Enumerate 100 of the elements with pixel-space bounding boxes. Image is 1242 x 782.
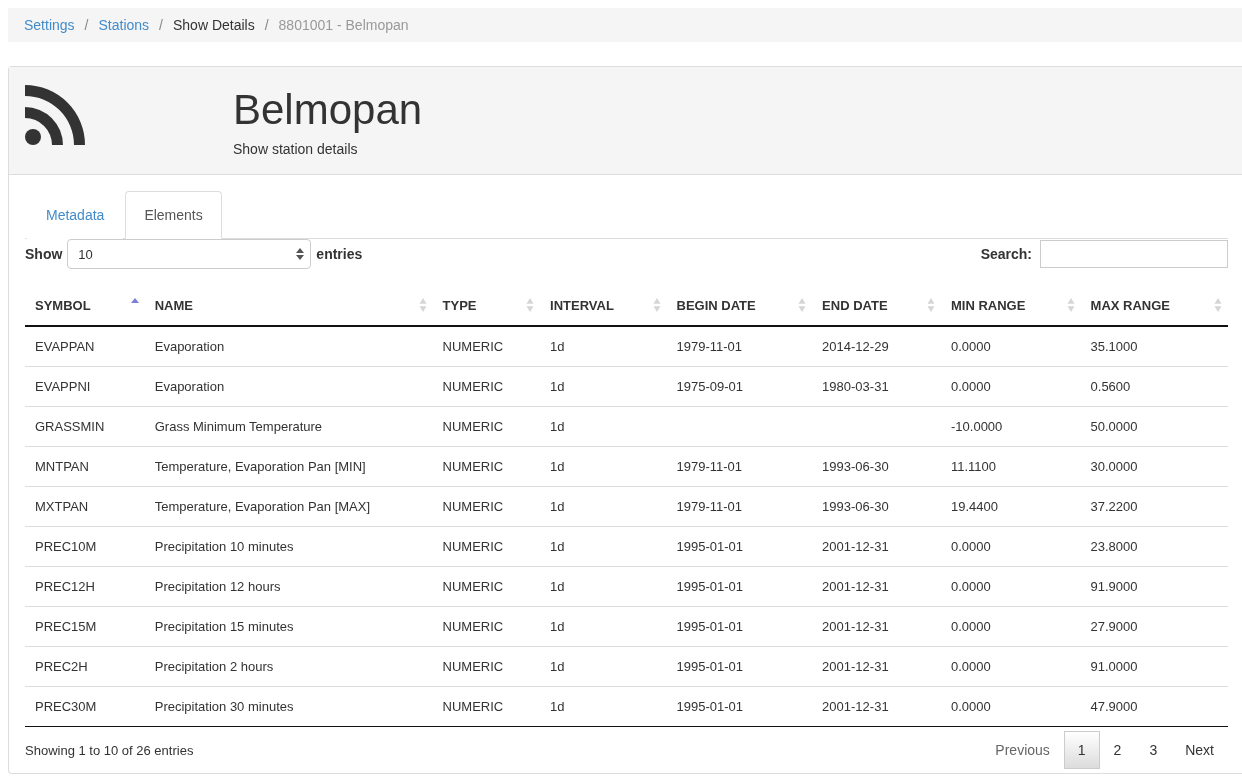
table-cell: 1995-01-01 bbox=[676, 579, 743, 594]
table-cell: 1d bbox=[550, 419, 565, 434]
station-title: Belmopan bbox=[233, 85, 423, 135]
table-cell: 0.0000 bbox=[951, 579, 991, 594]
table-cell: Temperature, Evaporation Pan [MAX] bbox=[154, 499, 371, 514]
column-header[interactable]: BEGIN DATE bbox=[666, 285, 813, 326]
table-cell: 1d bbox=[550, 619, 565, 634]
table-cell: 27.9000 bbox=[1090, 619, 1138, 634]
table-cell: 11.1100 bbox=[951, 459, 997, 474]
breadcrumb-separator: / bbox=[84, 17, 89, 33]
table-cell: EVAPPNI bbox=[35, 379, 91, 394]
table-cell: NUMERIC bbox=[442, 619, 504, 634]
table-cell: Evaporation bbox=[154, 339, 225, 354]
show-label: Show bbox=[25, 246, 63, 262]
page-button[interactable]: 3 bbox=[1135, 731, 1172, 769]
table-cell: MNTPAN bbox=[35, 459, 89, 474]
column-header[interactable]: END DATE bbox=[812, 285, 941, 326]
table-cell: 1d bbox=[550, 339, 565, 354]
search-field[interactable] bbox=[1040, 240, 1228, 268]
table-cell: 0.0000 bbox=[951, 699, 991, 714]
table-cell: Temperature, Evaporation Pan [MIN] bbox=[154, 459, 366, 474]
table-cell: 1d bbox=[550, 659, 565, 674]
table-cell: Precipitation 2 hours bbox=[154, 659, 274, 674]
table-cell: 1975-09-01 bbox=[676, 379, 743, 394]
next-button[interactable]: Next bbox=[1171, 731, 1228, 769]
table-cell: 50.0000 bbox=[1090, 419, 1138, 434]
table-cell: 1979-11-01 bbox=[676, 339, 743, 354]
table-cell: 0.0000 bbox=[951, 339, 991, 354]
station-subtitle: Show station details bbox=[233, 141, 359, 157]
table-cell: 1d bbox=[550, 459, 565, 474]
table-cell: 35.1000 bbox=[1090, 339, 1138, 354]
table-cell: NUMERIC bbox=[442, 499, 504, 514]
page-button[interactable]: 2 bbox=[1099, 731, 1136, 769]
table-cell: NUMERIC bbox=[442, 539, 504, 554]
table-cell: GRASSMIN bbox=[35, 419, 105, 434]
column-header[interactable]: MIN RANGE bbox=[941, 285, 1081, 326]
breadcrumb-item[interactable]: Show Details bbox=[172, 17, 255, 33]
table-cell: 1993-06-30 bbox=[822, 499, 889, 514]
table-cell: NUMERIC bbox=[442, 659, 504, 674]
column-header[interactable]: INTERVAL bbox=[540, 285, 667, 326]
table-cell: MXTPAN bbox=[35, 499, 89, 514]
table-cell: Precipitation 15 minutes bbox=[154, 619, 294, 634]
table-cell: 0.0000 bbox=[951, 619, 991, 634]
table-cell: NUMERIC bbox=[442, 339, 504, 354]
table-cell: 91.9000 bbox=[1090, 579, 1138, 594]
entries-info: Showing 1 to 10 of 26 entries bbox=[25, 742, 194, 758]
table-cell: NUMERIC bbox=[442, 419, 504, 434]
search-label: Search: bbox=[980, 246, 1032, 262]
table-cell: Evaporation bbox=[154, 379, 225, 394]
table-cell: 0.0000 bbox=[951, 539, 991, 554]
column-header[interactable]: MAX RANGE bbox=[1080, 285, 1228, 326]
table-cell: PREC12H bbox=[35, 579, 95, 594]
table-cell: 1995-01-01 bbox=[676, 659, 743, 674]
table-cell: 1d bbox=[550, 699, 565, 714]
table-cell: 2001-12-31 bbox=[822, 539, 889, 554]
rss-icon bbox=[25, 85, 88, 145]
table-cell: 23.8000 bbox=[1090, 539, 1138, 554]
table-cell: 2014-12-29 bbox=[822, 339, 889, 354]
column-header[interactable]: SYMBOL bbox=[25, 285, 145, 326]
page-button[interactable]: 1 bbox=[1063, 731, 1100, 769]
column-header[interactable]: TYPE bbox=[432, 285, 541, 326]
table-cell: 1d bbox=[550, 579, 565, 594]
table-cell: Precipitation 10 minutes bbox=[154, 539, 294, 554]
tab[interactable]: Elements bbox=[125, 191, 222, 239]
table-cell: Precipitation 30 minutes bbox=[154, 699, 294, 714]
table-cell: NUMERIC bbox=[442, 459, 504, 474]
table-cell: 1995-01-01 bbox=[676, 539, 743, 554]
table-cell: 1979-11-01 bbox=[676, 459, 743, 474]
entries-label: entries bbox=[316, 246, 363, 262]
table-cell: NUMERIC bbox=[442, 579, 504, 594]
table-cell: Grass Minimum Temperature bbox=[154, 419, 323, 434]
entries-select[interactable]: 10 bbox=[67, 239, 312, 269]
table-cell: 1d bbox=[550, 499, 565, 514]
table-cell: -10.0000 bbox=[951, 419, 1003, 434]
table-cell: PREC10M bbox=[35, 539, 97, 554]
table-cell: EVAPPAN bbox=[35, 339, 95, 354]
breadcrumb-separator: / bbox=[264, 17, 269, 33]
table-cell: PREC30M bbox=[35, 699, 97, 714]
table-cell: 0.0000 bbox=[951, 659, 991, 674]
table-cell: 1993-06-30 bbox=[822, 459, 889, 474]
table-cell: 1d bbox=[550, 379, 565, 394]
table-cell: NUMERIC bbox=[442, 379, 504, 394]
table-cell: 2001-12-31 bbox=[822, 699, 889, 714]
table-cell: 47.9000 bbox=[1090, 699, 1138, 714]
table-cell: 2001-12-31 bbox=[822, 619, 889, 634]
table-cell: 19.4400 bbox=[951, 499, 998, 514]
table-cell: 1995-01-01 bbox=[676, 619, 743, 634]
table-cell: 1995-01-01 bbox=[676, 699, 743, 714]
table-cell: PREC15M bbox=[35, 619, 97, 634]
table-cell: 1979-11-01 bbox=[676, 499, 743, 514]
column-header[interactable]: NAME bbox=[144, 285, 433, 326]
table-cell: 37.2200 bbox=[1090, 499, 1138, 514]
table-cell: Precipitation 12 hours bbox=[154, 579, 281, 594]
table-cell: PREC2H bbox=[35, 659, 88, 674]
table-cell: 1980-03-31 bbox=[822, 379, 889, 394]
breadcrumb-separator: / bbox=[159, 17, 163, 33]
table-cell: 2001-12-31 bbox=[822, 659, 889, 674]
table-cell: 2001-12-31 bbox=[822, 579, 889, 594]
table-cell: 0.0000 bbox=[951, 379, 991, 394]
table-cell: 0.5600 bbox=[1090, 379, 1131, 394]
